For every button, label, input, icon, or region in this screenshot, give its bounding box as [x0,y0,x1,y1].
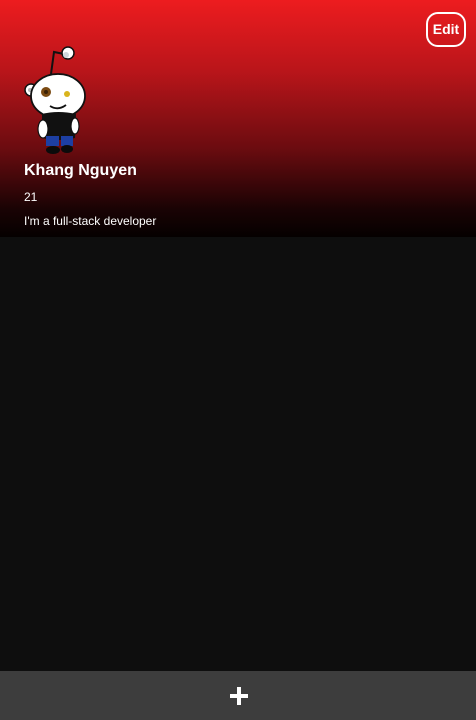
profile-bio: I'm a full-stack developer [24,214,157,228]
bottom-bar [0,671,476,720]
profile-screen: Edit Khang Nguyen 21 I'm a full-stack de… [0,0,476,720]
content-area [0,237,476,671]
plus-icon [230,687,248,705]
profile-age: 21 [24,190,38,204]
edit-button[interactable]: Edit [426,12,466,47]
snoo-avatar-icon [24,46,86,154]
profile-header: Edit Khang Nguyen 21 I'm a full-stack de… [0,0,476,237]
avatar [18,40,98,158]
profile-name: Khang Nguyen [24,162,137,179]
add-button[interactable] [223,680,255,712]
